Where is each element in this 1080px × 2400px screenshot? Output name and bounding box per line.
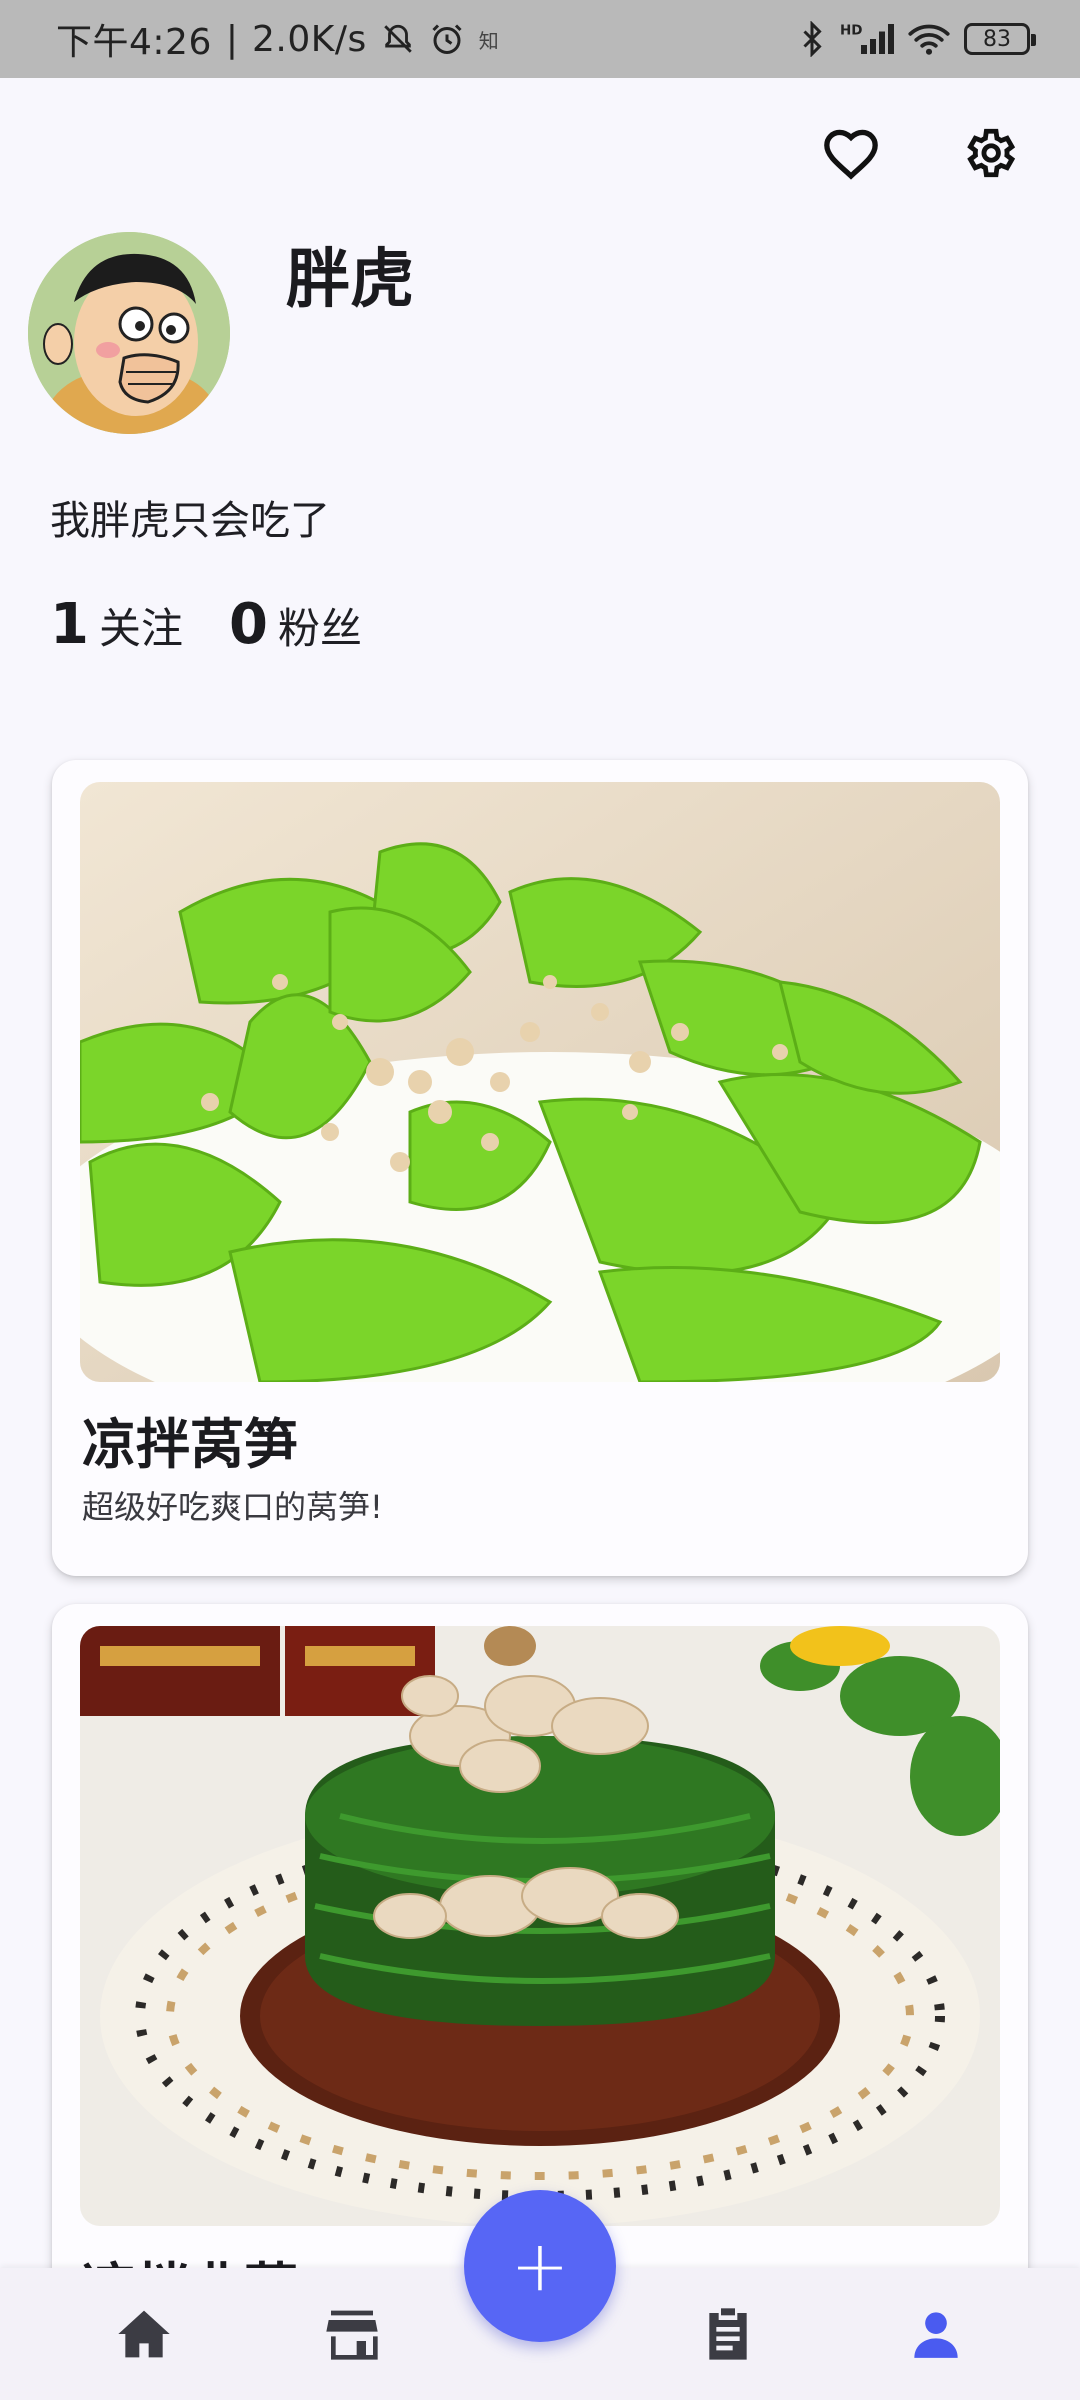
cellular-signal-icon: HD — [840, 21, 894, 57]
nav-profile[interactable] — [898, 2296, 974, 2372]
app-notification-mark: 知 — [478, 28, 499, 53]
nav-home[interactable] — [106, 2296, 182, 2372]
profile-stats: 1 关注 0 粉丝 — [50, 592, 362, 657]
recipe-title: 凉拌莴笋 — [82, 1413, 298, 1476]
hd-label: HD — [840, 23, 863, 39]
status-bar: 下午4:26 | 2.0K/s 知 HD 83 — [0, 0, 1080, 78]
followers-stat[interactable]: 0 粉丝 — [229, 592, 362, 657]
recipe-photo-chive — [80, 1626, 1000, 2226]
profile-username: 胖虎 — [286, 243, 414, 317]
recipe-description: 超级好吃爽口的莴笋! — [82, 1488, 383, 1526]
following-count: 1 — [50, 592, 89, 657]
home-icon — [118, 2310, 170, 2358]
wifi-icon — [908, 22, 950, 56]
alarm-icon — [429, 21, 465, 57]
battery-indicator: 83 — [964, 23, 1036, 55]
nav-tasks[interactable] — [690, 2296, 766, 2372]
status-time: 下午4:26 — [56, 22, 212, 63]
recipe-photo-lettuce-stem — [80, 782, 1000, 1382]
heart-outline-icon — [824, 129, 878, 180]
followers-label: 粉丝 — [277, 604, 362, 653]
settings-button[interactable] — [956, 120, 1022, 186]
favorites-button[interactable] — [818, 120, 884, 186]
food-image — [80, 782, 1000, 1382]
nav-store[interactable] — [314, 2296, 390, 2372]
followers-count: 0 — [228, 592, 268, 657]
recipe-card[interactable]: 凉拌莴笋 超级好吃爽口的莴笋! — [52, 760, 1028, 1576]
store-icon — [326, 2310, 378, 2360]
cartoon-avatar-image — [28, 232, 230, 434]
add-post-button[interactable]: + — [464, 2190, 616, 2342]
following-label: 关注 — [98, 604, 183, 653]
status-network-speed: 2.0K/s — [251, 18, 367, 60]
food-image — [80, 1626, 1000, 2226]
mute-bell-icon — [381, 22, 415, 56]
plus-icon: + — [510, 2225, 570, 2307]
status-divider: | — [225, 18, 238, 60]
status-right: HD 83 — [798, 21, 1036, 57]
gear-icon — [967, 128, 1016, 178]
person-icon — [914, 2312, 958, 2358]
bluetooth-icon — [798, 21, 826, 57]
profile-bio: 我胖虎只会吃了 — [50, 498, 330, 544]
clipboard-icon — [709, 2308, 747, 2360]
status-left: 下午4:26 | 2.0K/s 知 — [56, 13, 499, 65]
following-stat[interactable]: 1 关注 — [50, 592, 183, 657]
profile-actions — [818, 120, 1022, 186]
avatar[interactable] — [28, 232, 230, 434]
